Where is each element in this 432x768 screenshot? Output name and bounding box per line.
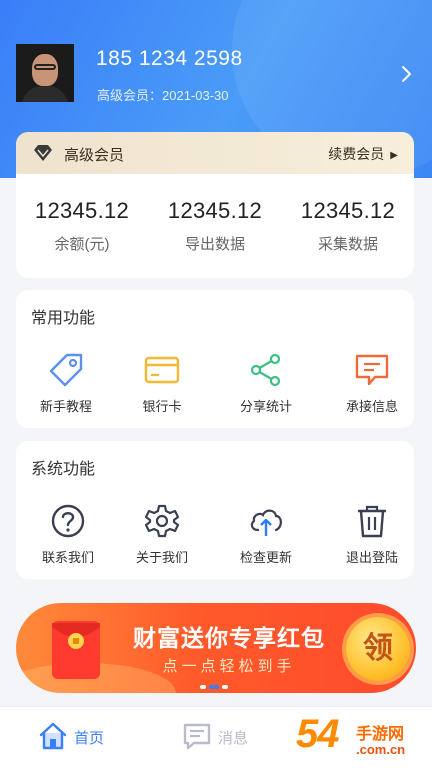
watermark-text: 手游网 — [356, 726, 405, 743]
trash-icon — [358, 505, 386, 538]
watermark-domain: .com.cn — [356, 742, 406, 757]
avatar-face — [32, 54, 58, 86]
phone-number: 185 1234 2598 — [96, 47, 243, 70]
function-label: 退出登陆 — [345, 550, 398, 565]
renew-membership-button[interactable]: 续费会员 ▶ — [328, 144, 398, 164]
share-stats-button[interactable]: 分享统计 — [216, 352, 316, 415]
red-envelope-icon — [52, 621, 100, 679]
carousel-dot-active — [209, 685, 219, 689]
common-functions-card: 常用功能 新手教程 银行卡 分享统计 承接信息 — [16, 290, 414, 428]
stat-value: 12345.12 — [167, 198, 263, 223]
diamond-icon — [34, 145, 52, 161]
function-label: 承接信息 — [345, 399, 398, 414]
carousel-dot — [200, 685, 206, 689]
function-label: 检查更新 — [239, 550, 292, 565]
cloud-upload-icon — [250, 509, 282, 536]
claim-coin-button[interactable]: 领 — [346, 617, 410, 681]
stat-label: 采集数据 — [317, 236, 378, 253]
site-watermark: 54 手游网 .com.cn — [296, 712, 432, 768]
system-functions-card: 系统功能 联系我们 关于我们 检查更新 退出登陆 — [16, 441, 414, 579]
function-label: 银行卡 — [142, 399, 182, 414]
avatar[interactable] — [16, 44, 74, 102]
message-icon — [355, 354, 389, 386]
tab-messages[interactable]: 消息 — [182, 721, 262, 753]
tab-label: 消息 — [218, 730, 249, 747]
stat-value: 12345.12 — [300, 198, 396, 223]
function-label: 新手教程 — [39, 399, 92, 414]
section-title: 系统功能 — [31, 461, 96, 478]
function-label: 分享统计 — [239, 399, 292, 414]
undertake-info-button[interactable]: 承接信息 — [322, 352, 422, 415]
stat-value: 12345.12 — [34, 198, 130, 223]
vip-label: 高级会员 — [64, 147, 125, 164]
carousel-dot — [222, 685, 228, 689]
tab-label: 首页 — [74, 730, 105, 747]
share-icon — [250, 353, 281, 387]
triangle-right-icon: ▶ — [390, 150, 398, 161]
section-title: 常用功能 — [31, 310, 96, 327]
question-icon — [51, 504, 85, 538]
tutorial-button[interactable]: 新手教程 — [16, 352, 116, 415]
check-update-button[interactable]: 检查更新 — [216, 503, 316, 566]
about-us-button[interactable]: 关于我们 — [112, 503, 212, 566]
member-since: 高级会员：2021-03-30 — [97, 88, 229, 103]
stat-label: 余额(元) — [54, 236, 110, 253]
carousel-dots — [200, 684, 228, 690]
logout-button[interactable]: 退出登陆 — [322, 503, 422, 566]
stat-collect[interactable]: 12345.12 采集数据 — [282, 198, 414, 254]
function-label: 关于我们 — [135, 550, 188, 565]
home-icon — [39, 722, 67, 750]
avatar-glasses — [34, 64, 56, 70]
function-label: 联系我们 — [41, 550, 94, 565]
avatar-body — [22, 86, 68, 102]
watermark-logo: 54 — [296, 712, 339, 756]
tab-home[interactable]: 首页 — [38, 721, 118, 753]
renew-label: 续费会员 — [328, 146, 385, 162]
chat-icon — [183, 723, 211, 750]
contact-us-button[interactable]: 联系我们 — [18, 503, 118, 566]
bank-card-icon — [144, 356, 180, 384]
bank-card-button[interactable]: 银行卡 — [112, 352, 212, 415]
banner-subtitle: 点一点轻松到手 — [162, 658, 296, 675]
gear-icon — [144, 504, 180, 538]
stat-export[interactable]: 12345.12 导出数据 — [149, 198, 281, 254]
banner-title: 财富送你专享红包 — [133, 625, 325, 651]
stat-label: 导出数据 — [184, 236, 245, 253]
red-packet-banner[interactable]: 财富送你专享红包 点一点轻松到手 领 — [16, 603, 416, 693]
stat-balance[interactable]: 12345.12 余额(元) — [16, 198, 148, 254]
tag-icon — [49, 353, 83, 387]
stats-card: 12345.12 余额(元) 12345.12 导出数据 12345.12 采集… — [16, 174, 414, 278]
vip-bar: 高级会员 续费会员 ▶ — [16, 132, 414, 174]
chevron-right-icon[interactable] — [400, 64, 414, 84]
